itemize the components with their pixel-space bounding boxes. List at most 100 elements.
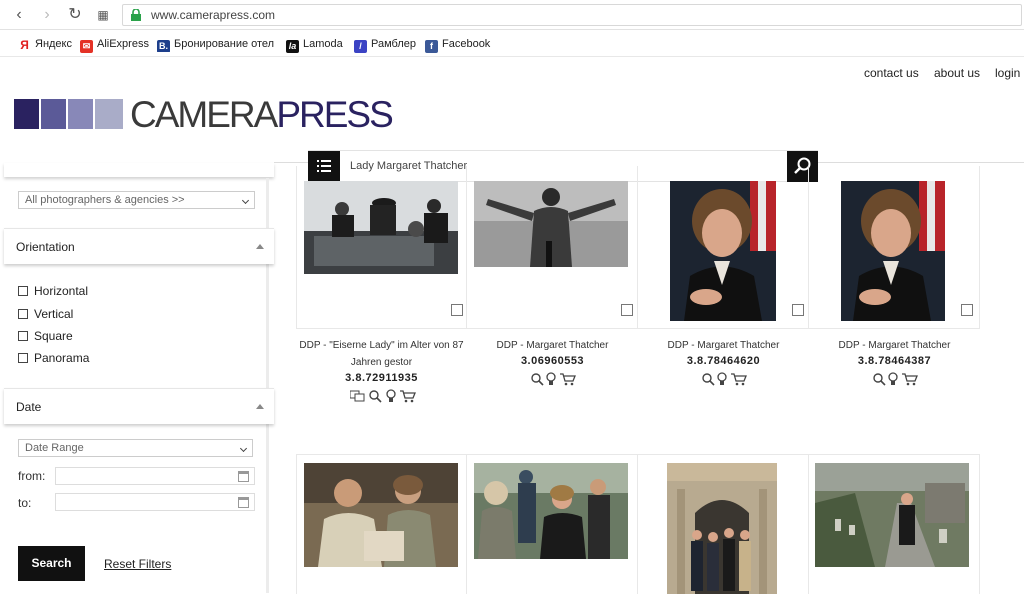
bookmark-facebook[interactable]: f Facebook: [425, 36, 490, 53]
orientation-option-square[interactable]: Square: [18, 329, 73, 343]
result-code: 3.06960553: [520, 355, 585, 367]
checkbox[interactable]: [18, 286, 28, 296]
orientation-option-panorama[interactable]: Panorama: [18, 351, 89, 365]
checkbox[interactable]: [18, 309, 28, 319]
chevron-up-icon: [256, 404, 264, 409]
reload-icon[interactable]: ↻: [66, 6, 84, 24]
result-code: 3.8.78464387: [857, 355, 932, 367]
result-tools: [530, 372, 578, 386]
date-range-select[interactable]: Date Range: [18, 439, 253, 457]
result-caption[interactable]: DDP - Margaret Thatcher: [638, 337, 809, 354]
select-checkbox[interactable]: [792, 304, 804, 316]
bookmarks-bar: Я Яндекс ✉ AliExpress B. Бронирование отел …: [0, 31, 1024, 57]
sidebar-top-panel: [4, 163, 274, 177]
address-bar[interactable]: www.camerapress.com: [122, 4, 1022, 26]
calendar-icon[interactable]: [238, 471, 249, 482]
page-content: contact us about us login CAMERAPRESS Al…: [0, 58, 1024, 594]
result-tools: [872, 372, 920, 386]
result-thumbnail[interactable]: [474, 181, 628, 267]
yandex-icon: Я: [20, 38, 29, 52]
to-label: to:: [18, 496, 32, 510]
from-date-input[interactable]: [55, 467, 255, 485]
login-link[interactable]: login: [995, 66, 1020, 80]
select-checkbox[interactable]: [621, 304, 633, 316]
select-checkbox[interactable]: [961, 304, 973, 316]
to-date-input[interactable]: [55, 493, 255, 511]
zoom-icon[interactable]: [873, 373, 886, 386]
bookmark-yandex[interactable]: Я Яндекс: [18, 36, 72, 52]
chevron-down-icon: [239, 444, 248, 453]
orientation-option-horizontal[interactable]: Horizontal: [18, 284, 88, 298]
compare-icon[interactable]: [349, 390, 365, 402]
select-checkbox[interactable]: [451, 304, 463, 316]
bookmark-booking[interactable]: B. Бронирование отел: [157, 36, 274, 52]
cart-icon[interactable]: [560, 373, 576, 386]
logo-block: [95, 99, 123, 129]
logo-wordmark[interactable]: CAMERAPRESS: [130, 94, 394, 136]
result-card[interactable]: [467, 454, 638, 594]
bookmark-rambler[interactable]: / Рамблер: [354, 36, 416, 53]
rambler-icon: /: [354, 40, 367, 53]
logo-block: [14, 99, 39, 129]
forward-icon[interactable]: ›: [38, 6, 56, 24]
result-card[interactable]: [638, 454, 809, 594]
result-thumbnail[interactable]: [667, 463, 777, 594]
calendar-icon[interactable]: [238, 497, 249, 508]
orientation-panel-header[interactable]: Orientation: [4, 228, 274, 264]
result-code: 3.8.72911935: [345, 372, 418, 384]
reset-filters-link[interactable]: Reset Filters: [104, 557, 171, 571]
cart-icon[interactable]: [400, 390, 416, 403]
cart-icon[interactable]: [731, 373, 747, 386]
checkbox[interactable]: [18, 331, 28, 341]
lightbulb-icon[interactable]: [546, 372, 556, 385]
bookmark-aliexpress[interactable]: ✉ AliExpress: [80, 36, 149, 53]
booking-icon: B.: [157, 40, 170, 52]
result-thumbnail[interactable]: [815, 463, 969, 567]
result-thumbnail[interactable]: [670, 181, 776, 321]
result-thumbnail[interactable]: [304, 181, 458, 274]
chevron-down-icon: [241, 196, 250, 205]
result-thumbnail[interactable]: [841, 181, 945, 321]
result-card[interactable]: [638, 166, 809, 329]
result-card[interactable]: [296, 454, 467, 594]
facebook-icon: f: [425, 40, 438, 53]
contact-us-link[interactable]: contact us: [864, 66, 919, 80]
zoom-icon[interactable]: [702, 373, 715, 386]
lamoda-icon: la: [286, 40, 299, 53]
result-card[interactable]: [467, 166, 638, 329]
date-panel-header[interactable]: Date: [4, 388, 274, 424]
lightbulb-icon[interactable]: [386, 389, 396, 402]
result-tools: [349, 389, 420, 403]
browser-toolbar: ‹ › ↻ ▦ www.camerapress.com: [0, 0, 1024, 30]
zoom-icon[interactable]: [531, 373, 544, 386]
result-caption[interactable]: DDP - Margaret Thatcher: [467, 337, 638, 354]
orientation-option-vertical[interactable]: Vertical: [18, 307, 73, 321]
checkbox[interactable]: [18, 353, 28, 363]
chevron-up-icon: [256, 244, 264, 249]
lightbulb-icon[interactable]: [888, 372, 898, 385]
bookmark-lamoda[interactable]: la Lamoda: [286, 36, 343, 53]
result-card[interactable]: [296, 166, 467, 329]
lightbulb-icon[interactable]: [717, 372, 727, 385]
search-button[interactable]: Search: [18, 546, 85, 581]
cart-icon[interactable]: [902, 373, 918, 386]
back-icon[interactable]: ‹: [10, 6, 28, 24]
result-tools: [701, 372, 749, 386]
result-caption[interactable]: DDP - Margaret Thatcher: [809, 337, 980, 354]
result-thumbnail[interactable]: [304, 463, 458, 567]
logo-block: [68, 99, 93, 129]
zoom-icon[interactable]: [369, 390, 382, 403]
result-thumbnail[interactable]: [474, 463, 628, 559]
apps-grid-icon[interactable]: ▦: [94, 6, 112, 24]
about-us-link[interactable]: about us: [934, 66, 980, 80]
url-text: www.camerapress.com: [151, 8, 276, 22]
result-code: 3.8.78464620: [686, 355, 761, 367]
result-card[interactable]: [809, 166, 980, 329]
from-label: from:: [18, 469, 46, 483]
lock-icon: [131, 9, 141, 21]
photographers-select[interactable]: All photographers & agencies >>: [18, 191, 255, 209]
logo-block: [41, 99, 66, 129]
aliexpress-icon: ✉: [80, 40, 93, 53]
result-card[interactable]: [809, 454, 980, 594]
result-caption[interactable]: DDP - "Eiserne Lady" im Alter von 87 Jah…: [296, 337, 467, 371]
